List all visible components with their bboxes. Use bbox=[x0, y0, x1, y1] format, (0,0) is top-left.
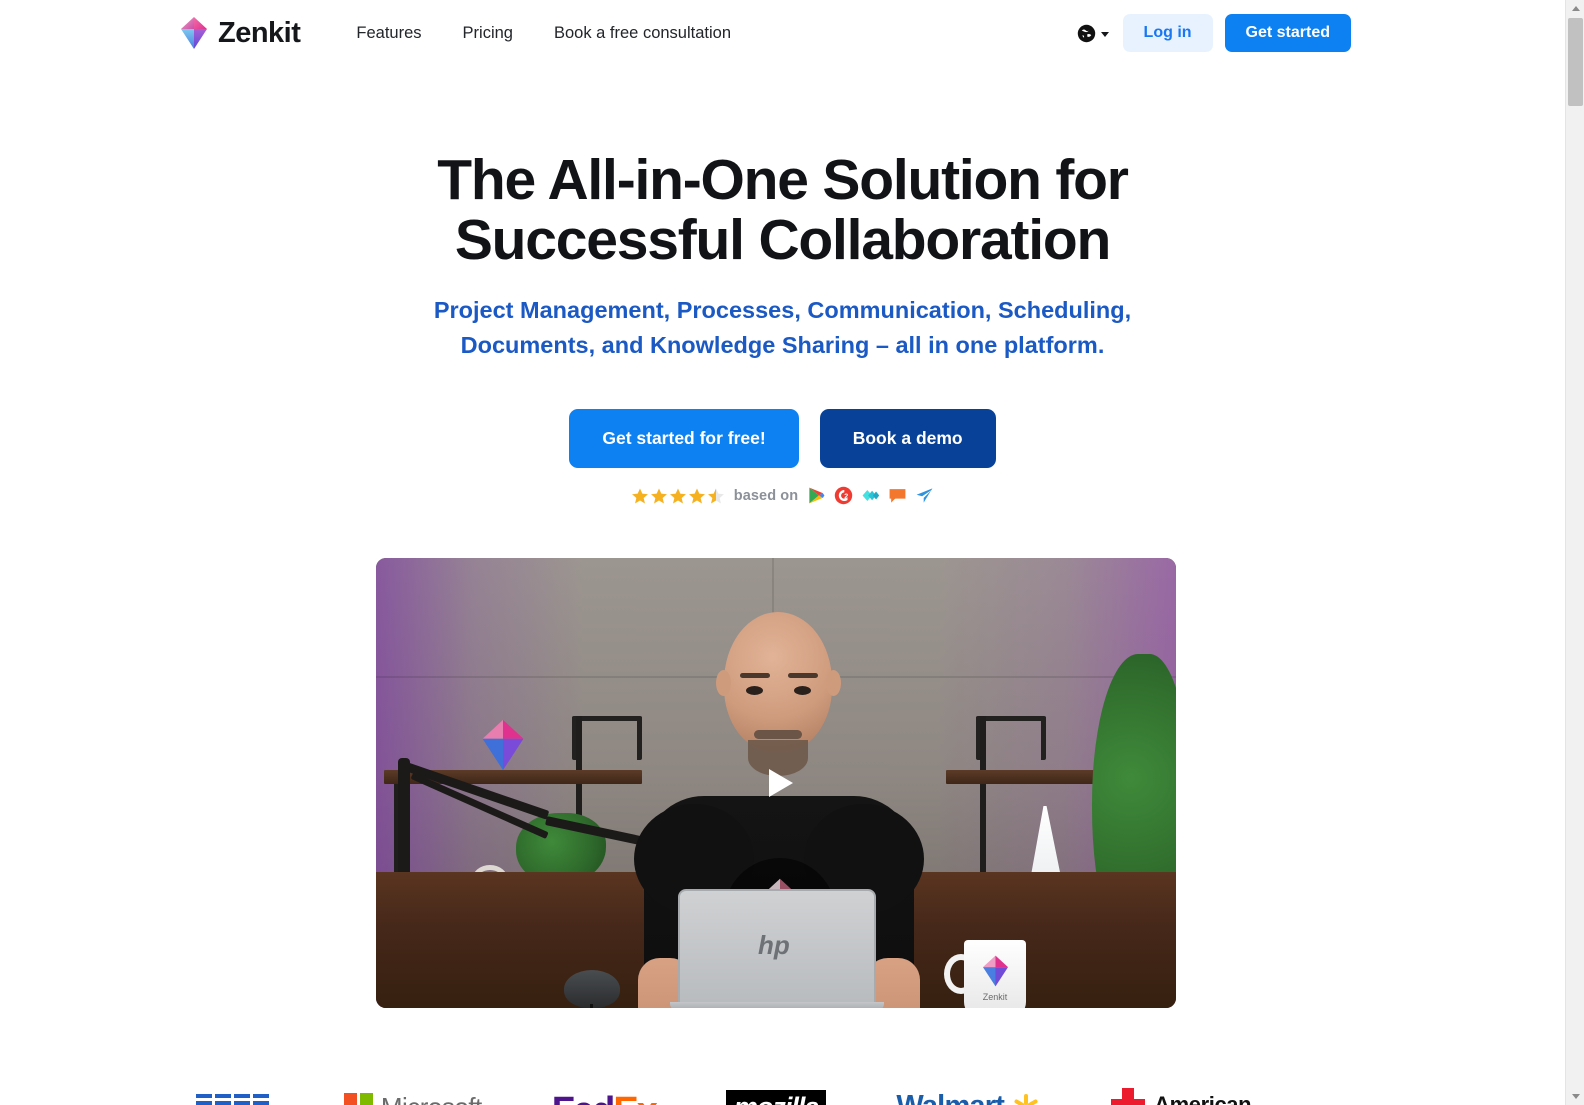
person-eye-right bbox=[794, 686, 811, 695]
logo-american-red-cross: American bbox=[1111, 1070, 1252, 1105]
coffee-mug: Zenkit bbox=[964, 940, 1026, 1008]
logo-microsoft: Microsoft bbox=[343, 1070, 482, 1105]
page-root: Zenkit Features Pricing Book a free cons… bbox=[0, 0, 1584, 1105]
logo-ibm: IBM bbox=[195, 1070, 274, 1105]
scrollbar-thumb[interactable] bbox=[1568, 18, 1583, 106]
person-moustache bbox=[754, 730, 802, 739]
login-button[interactable]: Log in bbox=[1122, 14, 1213, 52]
page-title: The All-in-One Solution for Successful C… bbox=[423, 150, 1143, 271]
capterra-icon[interactable] bbox=[861, 486, 880, 505]
logo-fedex: FedEx bbox=[552, 1070, 658, 1105]
shelf-bracket bbox=[976, 716, 1046, 760]
nav-item-features[interactable]: Features bbox=[356, 24, 421, 43]
globe-icon bbox=[1077, 24, 1095, 42]
person-eye-left bbox=[746, 686, 763, 695]
hero-subtitle: Project Management, Processes, Communica… bbox=[403, 293, 1163, 364]
chevron-down-icon bbox=[1100, 31, 1109, 37]
logo-intel: intel bbox=[1321, 1070, 1369, 1105]
get-started-free-button[interactable]: Get started for free! bbox=[569, 409, 799, 469]
nav-item-pricing[interactable]: Pricing bbox=[463, 24, 513, 43]
hero-section: The All-in-One Solution for Successful C… bbox=[0, 150, 1565, 505]
hero-title-line-2: Successful Collaboration bbox=[454, 208, 1112, 273]
chevron-down-icon bbox=[1571, 1094, 1580, 1099]
person-brow-right bbox=[788, 673, 818, 678]
person-brow-left bbox=[740, 673, 770, 678]
video-play-button[interactable] bbox=[745, 752, 807, 814]
rating-row: based on 2 bbox=[0, 486, 1565, 505]
microsoft-logo-label: Microsoft bbox=[381, 1092, 482, 1105]
mug-zenkit-diamond-icon bbox=[982, 955, 1009, 987]
red-cross-icon bbox=[1111, 1088, 1146, 1105]
mug-label: Zenkit bbox=[982, 992, 1008, 1002]
book-demo-button[interactable]: Book a demo bbox=[819, 409, 996, 469]
header-actions: Log in Get started bbox=[1075, 14, 1351, 52]
star-icon-5-half bbox=[707, 488, 724, 504]
zenkit-diamond-logo-icon bbox=[181, 17, 207, 49]
star-icon-3 bbox=[669, 488, 686, 504]
star-icon-4 bbox=[688, 488, 705, 504]
laptop-brand-logo: hp bbox=[758, 930, 790, 960]
review-bubble-icon[interactable] bbox=[888, 486, 907, 505]
fedex-logo-icon: FedEx bbox=[552, 1090, 658, 1105]
google-play-icon[interactable] bbox=[807, 486, 826, 505]
ibm-logo-icon: IBM bbox=[195, 1094, 274, 1105]
page-scrollbar[interactable] bbox=[1565, 0, 1584, 1105]
review-source-icons: 2 bbox=[807, 486, 934, 505]
microsoft-logo-icon: Microsoft bbox=[343, 1092, 482, 1105]
star-rating bbox=[631, 487, 725, 505]
logo-walmart: Walmart bbox=[896, 1070, 1041, 1105]
send-plane-icon[interactable] bbox=[915, 486, 934, 505]
based-on-label: based on bbox=[733, 487, 799, 504]
walmart-logo-label: Walmart bbox=[896, 1090, 1005, 1105]
hero-subtitle-line-1: Project Management, Processes, Communica… bbox=[433, 296, 1132, 323]
american-red-cross-logo-icon: American bbox=[1111, 1088, 1252, 1105]
site-header: Zenkit Features Pricing Book a free cons… bbox=[0, 0, 1565, 66]
walmart-spark-icon bbox=[1011, 1092, 1041, 1105]
fedex-logo-label-fed: Fed bbox=[552, 1090, 616, 1105]
scrollbar-up-button[interactable] bbox=[1566, 0, 1584, 17]
fedex-logo-label-ex: Ex bbox=[613, 1090, 658, 1105]
mozilla-logo-icon: mozilla bbox=[725, 1090, 827, 1105]
page-viewport: Zenkit Features Pricing Book a free cons… bbox=[0, 0, 1565, 1105]
language-selector[interactable] bbox=[1075, 20, 1111, 47]
g2-icon[interactable]: 2 bbox=[834, 486, 853, 505]
computer-mouse bbox=[564, 970, 620, 1008]
svg-text:2: 2 bbox=[845, 493, 849, 501]
decor-diamond-icon bbox=[482, 719, 524, 771]
hero-cta-row: Get started for free! Book a demo bbox=[0, 409, 1565, 469]
shelf-bracket bbox=[572, 716, 642, 760]
hero-subtitle-line-2: Documents, and Knowledge Sharing – all i… bbox=[460, 332, 1105, 359]
play-button-icon bbox=[769, 769, 793, 797]
nav-item-book-consultation[interactable]: Book a free consultation bbox=[554, 24, 731, 43]
logo-mozilla: mozilla bbox=[725, 1070, 827, 1105]
brand-name: Zenkit bbox=[218, 16, 301, 49]
main-nav: Features Pricing Book a free consultatio… bbox=[356, 24, 731, 43]
person-ear-left bbox=[716, 670, 731, 696]
walmart-logo-icon: Walmart bbox=[896, 1090, 1041, 1105]
cable bbox=[590, 1004, 680, 1008]
person-ear-right bbox=[826, 670, 841, 696]
get-started-button[interactable]: Get started bbox=[1224, 14, 1351, 52]
intel-logo-icon: intel bbox=[1321, 1096, 1369, 1105]
american-red-cross-label: American bbox=[1154, 1092, 1252, 1105]
scrollbar-down-button[interactable] bbox=[1566, 1088, 1584, 1105]
star-icon-2 bbox=[650, 488, 667, 504]
hero-video-thumbnail[interactable]: Zenkit hp bbox=[376, 558, 1176, 1008]
star-icon-1 bbox=[631, 488, 648, 504]
hero-title-line-1: The All-in-One Solution for bbox=[437, 148, 1129, 212]
brand-logo-link[interactable]: Zenkit bbox=[180, 16, 301, 50]
chevron-up-icon bbox=[1571, 6, 1580, 11]
laptop-base bbox=[670, 1002, 884, 1008]
customer-logo-strip: IBM Microsoft FedEx mozilla bbox=[0, 1070, 1565, 1105]
